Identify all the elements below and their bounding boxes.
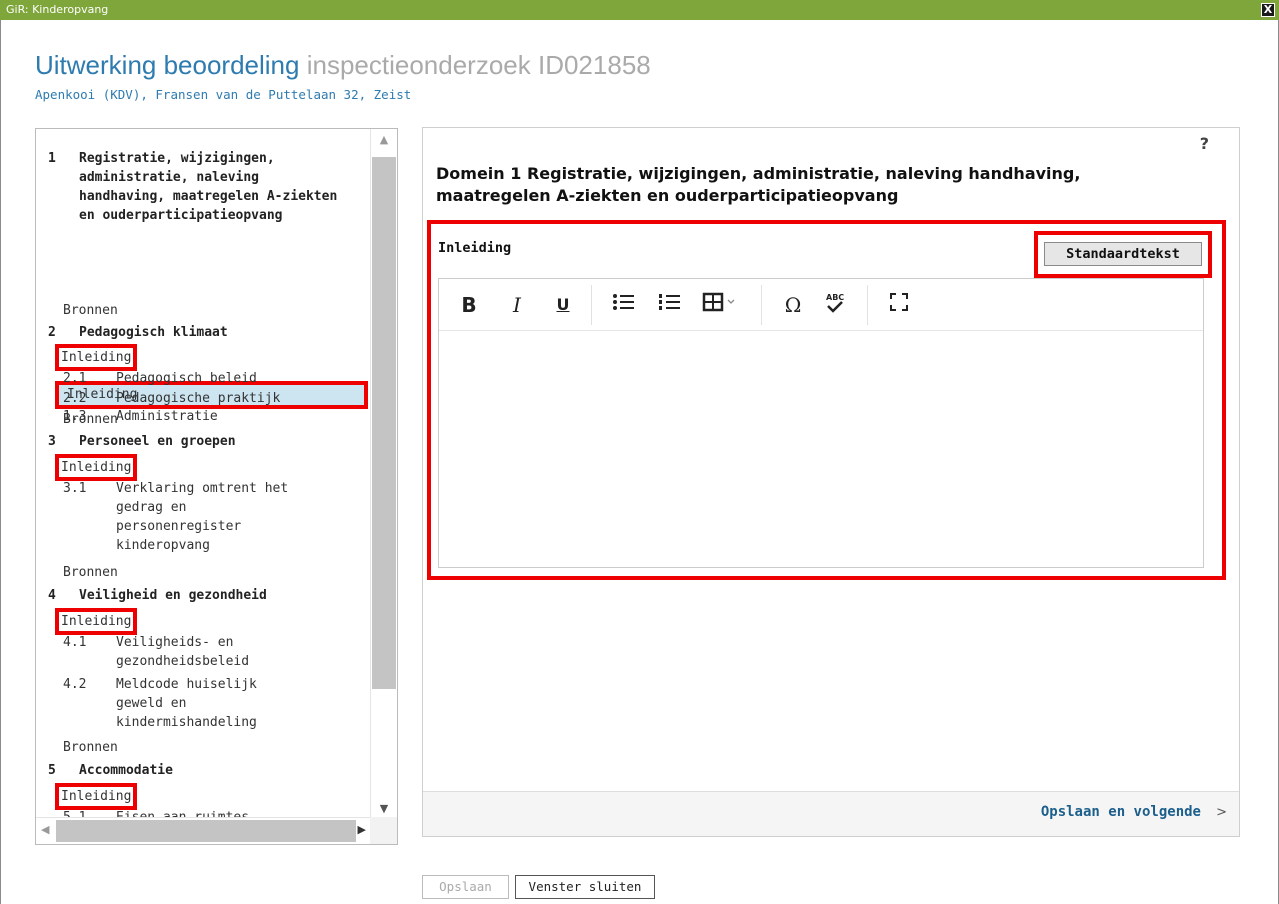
item-label: Pedagogisch beleid [116, 371, 257, 386]
page-title: Uitwerking beoordeling inspectieonderzoe… [35, 50, 651, 80]
window-title: GiR: Kinderopvang [6, 3, 109, 16]
main-panel: ? Domein 1 Registratie, wijzigingen, adm… [422, 127, 1240, 837]
tree-item-bronnen-2[interactable]: Bronnen [63, 410, 118, 429]
item-label: Veiligheids- en gezondheidsbeleid [116, 635, 250, 669]
special-characters-button[interactable]: Ω [781, 291, 805, 319]
tree-item-inleiding-3[interactable]: Inleiding [55, 454, 138, 481]
svg-text:ABC: ABC [826, 293, 844, 302]
tree-item-inleiding-4[interactable]: Inleiding [55, 608, 138, 635]
item-label: Meldcode huiselijk geweld en kindermisha… [116, 677, 257, 730]
scrollbar-thumb[interactable] [372, 157, 396, 689]
bulleted-list-icon[interactable] [611, 291, 637, 319]
section-label: Inleiding [438, 240, 512, 256]
item-number: 2.2 [63, 391, 87, 406]
editor-toolbar: B I U Ω ABC [439, 279, 1203, 331]
window-border-left [0, 20, 1, 904]
panel-footer: Opslaan en volgende > [423, 791, 1239, 836]
window-titlebar: GiR: Kinderopvang X [0, 0, 1279, 20]
section-label: Accommodatie [79, 763, 173, 778]
scroll-up-icon[interactable]: ▲ [371, 133, 397, 146]
spellcheck-glyph: ABC [826, 293, 844, 313]
close-window-button[interactable]: Venster sluiten [515, 875, 655, 899]
help-icon[interactable]: ? [1200, 134, 1209, 153]
scrollbar-thumb[interactable] [56, 820, 356, 842]
item-number: 4.2 [63, 677, 87, 692]
scroll-left-icon[interactable]: ◀ [41, 823, 49, 836]
chevron-right-icon[interactable]: > [1216, 805, 1227, 820]
scroll-corner [370, 817, 397, 844]
section-number: 4 [48, 588, 56, 603]
standard-text-button[interactable]: Standaardtekst [1044, 242, 1202, 266]
item-label: Pedagogische praktijk [116, 391, 281, 406]
editor-text-area[interactable] [439, 332, 1203, 568]
fullscreen-glyph [890, 293, 908, 311]
section-label: Veiligheid en gezondheid [79, 588, 267, 603]
section-label: Pedagogisch klimaat [79, 325, 228, 340]
tree-item-inleiding-5[interactable]: Inleiding [55, 783, 138, 810]
intro-editor-section: Inleiding Standaardtekst B I U Ω ABC [427, 220, 1226, 580]
italic-button[interactable]: I [507, 291, 527, 319]
tree-horizontal-scrollbar[interactable]: ◀ ▶ [36, 817, 371, 844]
underline-button[interactable]: U [553, 291, 573, 319]
table-glyph [702, 292, 735, 312]
scroll-down-icon[interactable]: ▼ [371, 802, 397, 815]
numbered-list-glyph [659, 294, 680, 310]
save-and-next-link[interactable]: Opslaan en volgende [1041, 804, 1201, 820]
item-number: 4.1 [63, 635, 87, 650]
section-label: Registratie, wijzigingen, administratie,… [79, 151, 338, 223]
tree-content: 1 Registratie, wijzigingen, administrati… [36, 129, 371, 819]
page-title-sub: inspectieonderzoek ID021858 [306, 50, 651, 80]
section-number: 3 [48, 434, 56, 449]
bulleted-list-glyph [613, 294, 634, 310]
toolbar-separator [761, 285, 762, 325]
item-label: Verklaring omtrent het gedrag en persone… [116, 481, 289, 553]
section-label: Personeel en groepen [79, 434, 236, 449]
toolbar-separator [591, 285, 592, 325]
section-number: 2 [48, 325, 56, 340]
rich-text-editor: B I U Ω ABC [438, 278, 1204, 568]
save-button[interactable]: Opslaan [422, 875, 509, 899]
table-icon[interactable] [701, 291, 741, 319]
tree-item-bronnen-3[interactable]: Bronnen [63, 563, 118, 582]
tree-item-bronnen-4[interactable]: Bronnen [63, 738, 118, 757]
section-number: 1 [48, 151, 56, 166]
fullscreen-icon[interactable] [887, 291, 911, 319]
bold-button[interactable]: B [459, 291, 479, 319]
tree-item-inleiding-2[interactable]: Inleiding [55, 344, 138, 371]
section-number: 5 [48, 763, 56, 778]
scroll-right-icon[interactable]: ▶ [358, 823, 366, 836]
tree-vertical-scrollbar[interactable]: ▲ ▼ [370, 129, 397, 819]
page-title-main: Uitwerking beoordeling [35, 50, 300, 80]
close-icon[interactable]: X [1261, 3, 1275, 17]
standard-text-highlight: Standaardtekst [1034, 231, 1212, 278]
tree-item-bronnen-1[interactable]: Bronnen [63, 301, 118, 320]
toolbar-separator [867, 285, 868, 325]
spellcheck-icon[interactable]: ABC [823, 291, 847, 319]
item-label: Administratie [116, 409, 218, 424]
navigation-tree: 1 Registratie, wijzigingen, administrati… [35, 128, 398, 845]
item-number: 2.1 [63, 371, 87, 386]
item-number: 3.1 [63, 481, 87, 496]
domain-title: Domein 1 Registratie, wijzigingen, admin… [436, 164, 1081, 205]
location-subtitle: Apenkooi (KDV), Fransen van de Puttelaan… [35, 87, 412, 102]
numbered-list-icon[interactable] [657, 291, 683, 319]
